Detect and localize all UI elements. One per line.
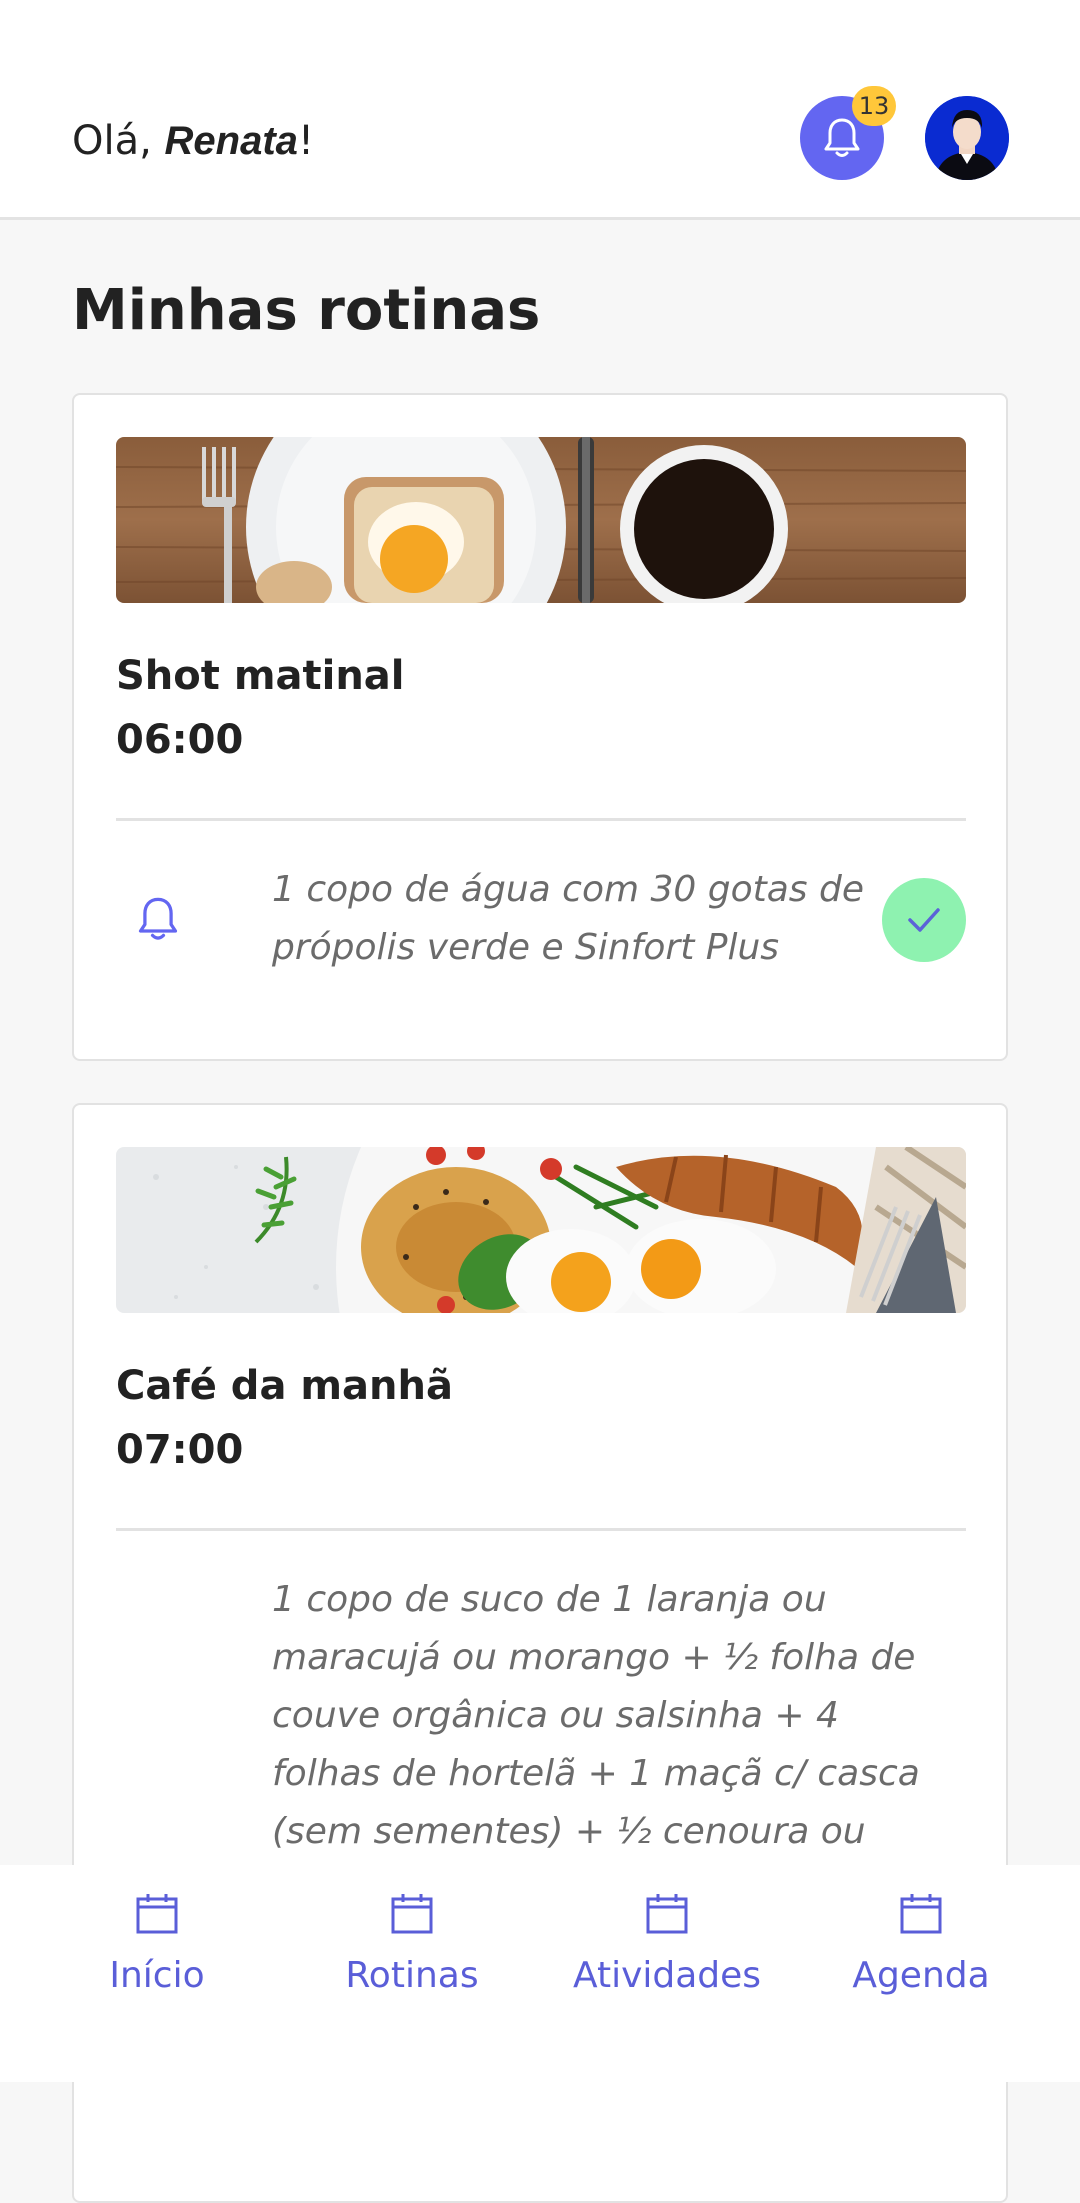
avatar[interactable] bbox=[925, 96, 1009, 180]
calendar-icon bbox=[900, 1894, 942, 1934]
routine-title: Café da manhã bbox=[116, 1363, 453, 1409]
complete-check-button[interactable] bbox=[882, 878, 966, 962]
description-line: própolis verde e Sinfort Plus bbox=[272, 927, 780, 968]
bell-icon bbox=[824, 118, 860, 157]
nav-item-rotinas[interactable]: Rotinas bbox=[277, 1865, 547, 2065]
routine-time: 06:00 bbox=[116, 717, 244, 763]
description-line: couve orgânica ou salsinha + 4 bbox=[272, 1695, 839, 1736]
nav-item-agenda[interactable]: Agenda bbox=[786, 1865, 1056, 2065]
page-title: Minhas rotinas bbox=[72, 278, 541, 343]
greeting-suffix: ! bbox=[297, 118, 314, 164]
calendar-icon bbox=[646, 1894, 688, 1934]
nav-item-atividades[interactable]: Atividades bbox=[532, 1865, 802, 2065]
nav-item-inicio[interactable]: Início bbox=[22, 1865, 292, 2065]
description-line: 1 copo de água com 30 gotas de bbox=[272, 869, 864, 910]
calendar-icon bbox=[136, 1894, 178, 1934]
description-line: (sem sementes) + ½ cenoura ou bbox=[272, 1811, 866, 1852]
routine-title: Shot matinal bbox=[116, 653, 405, 699]
nav-label: Agenda bbox=[852, 1955, 990, 1996]
notification-count-badge: 13 bbox=[852, 86, 896, 126]
nav-label: Rotinas bbox=[345, 1955, 479, 1996]
nav-label: Início bbox=[109, 1955, 205, 1996]
bottom-navigation: Início Rotinas Atividades Agenda bbox=[0, 1865, 1080, 2082]
divider bbox=[116, 818, 966, 821]
description-line: maracujá ou morango + ½ folha de bbox=[272, 1637, 916, 1678]
greeting: Olá, Renata! bbox=[72, 113, 314, 169]
routine-card[interactable]: Shot matinal 06:00 1 copo de água com 30… bbox=[72, 393, 1008, 1061]
calendar-icon bbox=[391, 1894, 433, 1934]
routine-description: 1 copo de suco de 1 laranja ou maracujá … bbox=[272, 1571, 920, 1861]
description-line: 1 copo de suco de 1 laranja ou bbox=[272, 1579, 827, 1620]
user-name: Renata bbox=[164, 119, 298, 163]
user-avatar-icon bbox=[925, 96, 1009, 180]
description-line: folhas de hortelã + 1 maçã c/ casca bbox=[272, 1753, 920, 1794]
routine-description: 1 copo de água com 30 gotas de própolis … bbox=[272, 861, 864, 977]
routine-image-breakfast-eggs-croissant bbox=[116, 1147, 966, 1313]
routine-image-breakfast-toast-coffee bbox=[116, 437, 966, 603]
routine-time: 07:00 bbox=[116, 1427, 244, 1473]
divider bbox=[116, 1528, 966, 1531]
top-header: Olá, Renata! 13 bbox=[0, 0, 1080, 220]
greeting-prefix: Olá, bbox=[72, 118, 165, 164]
check-icon bbox=[908, 908, 940, 932]
nav-label: Atividades bbox=[572, 1955, 762, 1996]
reminder-bell-icon[interactable] bbox=[136, 895, 180, 943]
